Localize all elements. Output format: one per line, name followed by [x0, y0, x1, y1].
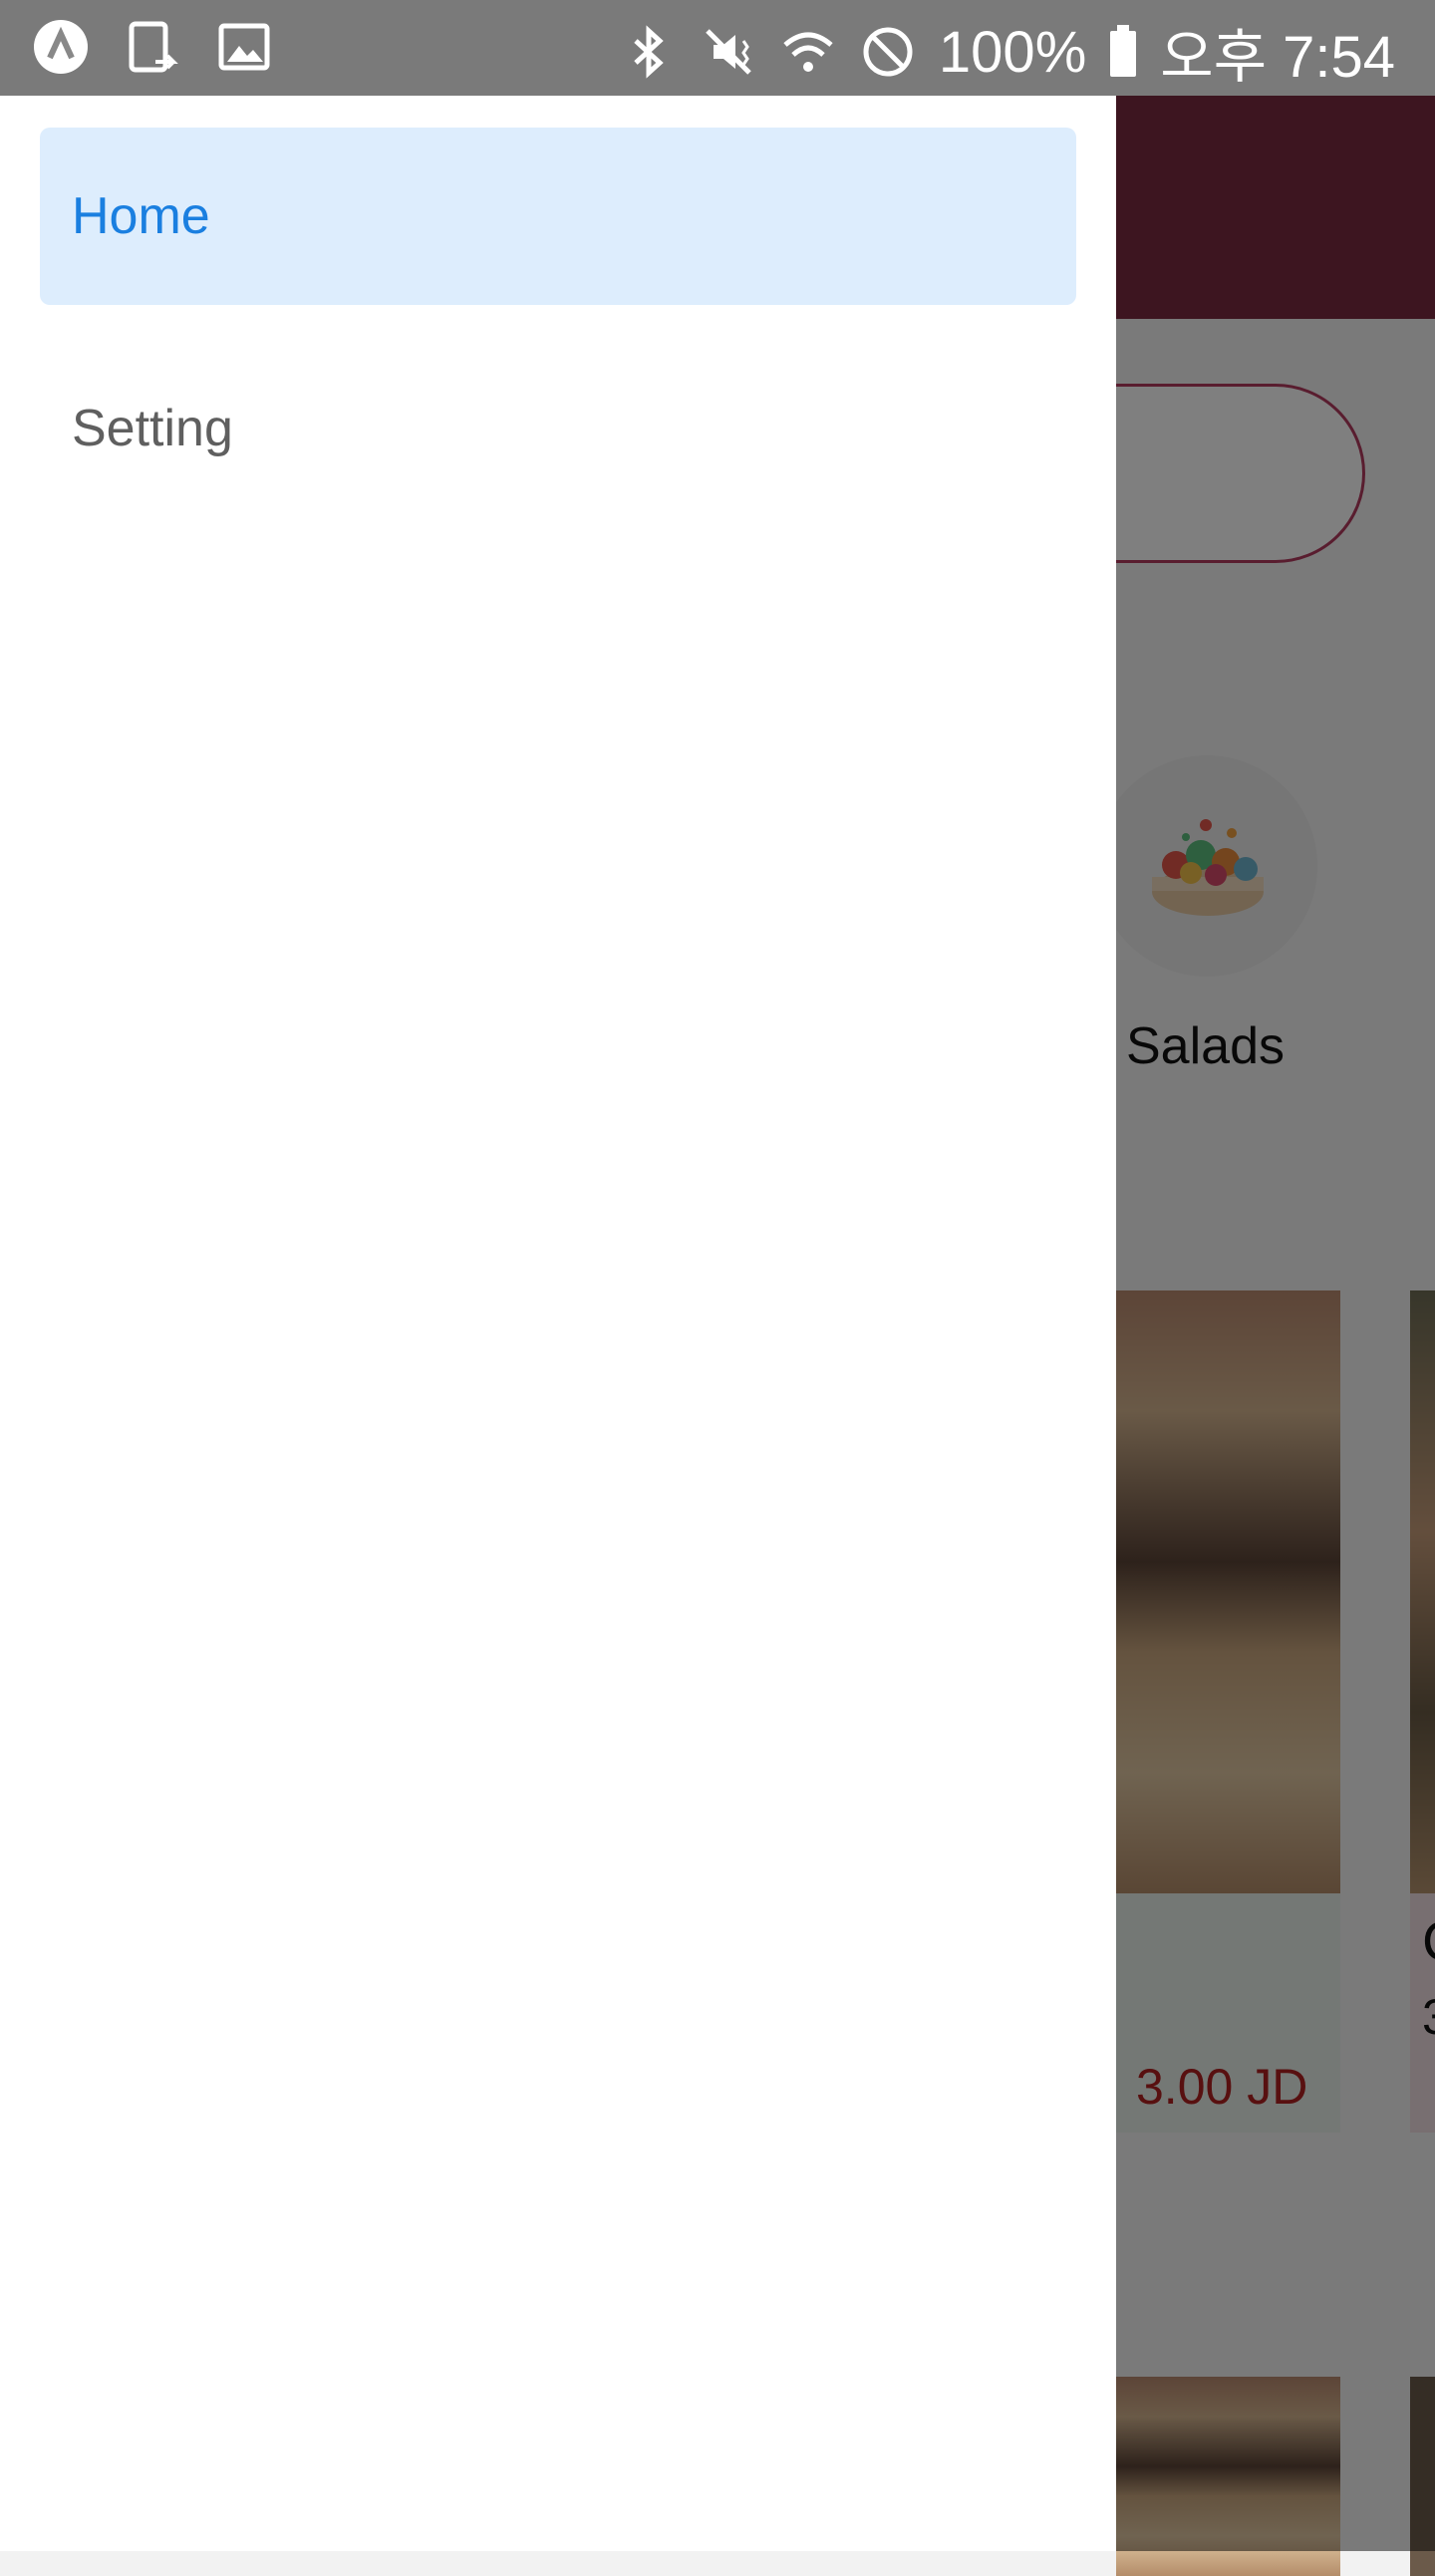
- battery-icon: [1110, 25, 1137, 77]
- status-bar: 100% 오후 7:54: [0, 0, 1435, 96]
- screen-cast-icon: [129, 21, 178, 73]
- do-not-disturb-icon: [863, 27, 913, 77]
- image-icon: [218, 23, 270, 71]
- drawer-item-label: Setting: [72, 400, 233, 457]
- battery-percentage: 100%: [938, 19, 1087, 85]
- drawer-item-home[interactable]: Home: [40, 128, 1076, 305]
- vibrate-mute-icon: [706, 29, 751, 75]
- navigation-drawer: Home Setting: [0, 96, 1116, 2551]
- bluetooth-icon: [634, 25, 664, 79]
- clock: 오후 7:54: [1160, 25, 1395, 90]
- app-notification-icon: [34, 20, 88, 74]
- drawer-item-label: Home: [72, 187, 210, 245]
- drawer-item-setting[interactable]: Setting: [40, 340, 1076, 517]
- wifi-icon: [783, 32, 833, 72]
